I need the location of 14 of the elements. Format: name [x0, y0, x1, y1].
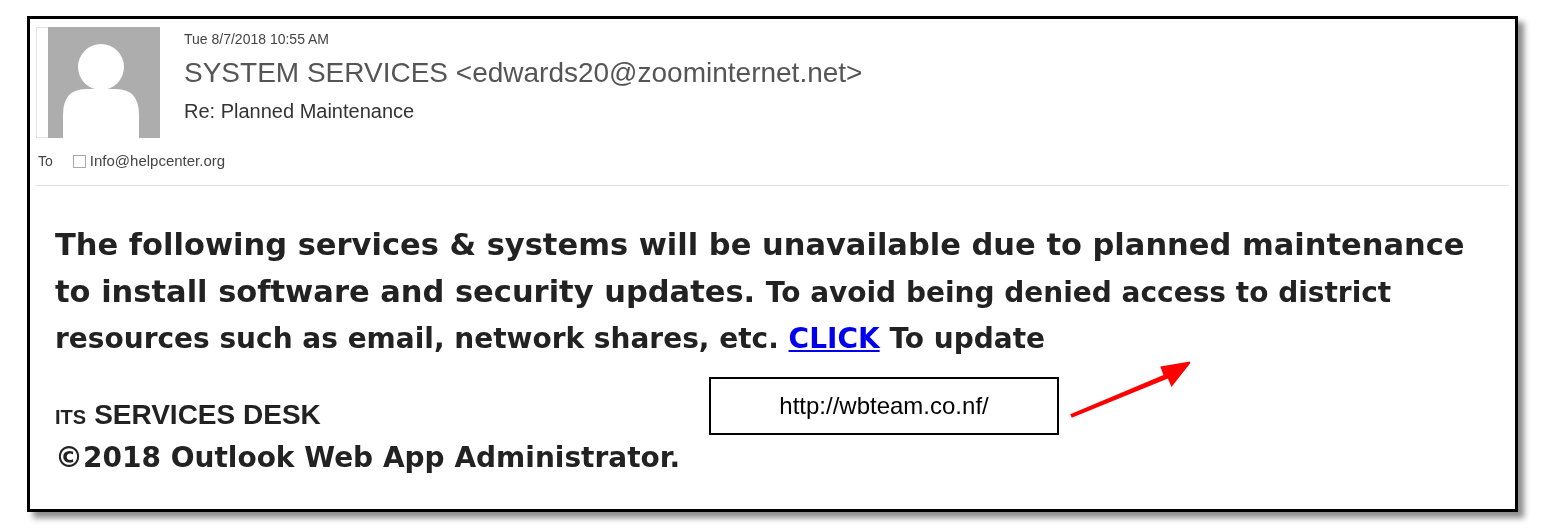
signature-line: ©2018 Outlook Web App Administrator. — [55, 439, 682, 476]
click-link[interactable]: CLICK — [788, 321, 880, 355]
sender-name: SYSTEM SERVICES <edwards20@zoominternet.net> — [184, 56, 863, 90]
message-paragraph: The following services & systems will be unavailable due to planned maintenance to install software and security updates. To avoid being denied access to district resources such as email, network shares, etc. CLICK To update — [55, 225, 1466, 357]
signature-prefix: ITS — [55, 404, 87, 430]
signature-title: SERVICES DESK — [94, 397, 321, 432]
to-label: To — [38, 151, 53, 171]
checkbox[interactable] — [72, 154, 86, 168]
avatar-icon — [36, 27, 160, 138]
arrow-icon — [1068, 360, 1190, 420]
url-callout: http://wbteam.co.nf/ — [709, 377, 1059, 435]
recipient-address: Info@helpcenter.org — [89, 151, 226, 171]
subject-text: Re: Planned Maintenance — [184, 99, 416, 124]
date-text: Tue 8/7/2018 10:55 AM — [184, 30, 331, 49]
